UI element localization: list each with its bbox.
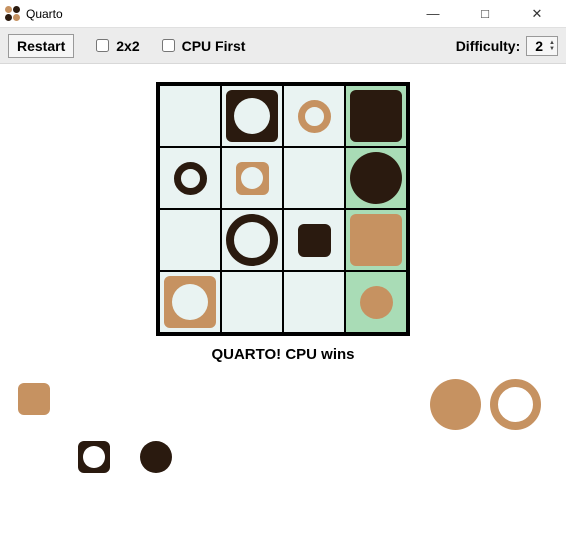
game-piece [360, 286, 393, 319]
board-cell[interactable] [345, 271, 407, 333]
board-cell[interactable] [283, 209, 345, 271]
minimize-button[interactable]: — [416, 6, 450, 22]
board-cell[interactable] [283, 147, 345, 209]
game-piece [226, 214, 279, 267]
tray-piece[interactable] [430, 379, 481, 430]
cpu-first-checkbox[interactable] [162, 39, 175, 52]
app-icon [4, 6, 20, 22]
restart-button[interactable]: Restart [8, 34, 74, 58]
board-cell[interactable] [221, 85, 283, 147]
difficulty-value: 2 [535, 38, 543, 54]
game-piece [298, 224, 331, 257]
board-cell[interactable] [159, 85, 221, 147]
game-piece [18, 383, 50, 415]
game-area: QUARTO! CPU wins [0, 64, 566, 363]
close-button[interactable]: ✕ [520, 6, 554, 22]
board-cell[interactable] [283, 271, 345, 333]
board-cell[interactable] [159, 271, 221, 333]
game-piece [350, 90, 403, 143]
window-title: Quarto [26, 7, 63, 21]
game-piece [164, 276, 217, 329]
tray-piece[interactable] [490, 379, 541, 430]
spinner-arrows-icon[interactable]: ▲▼ [549, 40, 555, 52]
board-cell[interactable] [345, 85, 407, 147]
game-piece [430, 379, 481, 430]
tray-piece[interactable] [18, 383, 50, 415]
titlebar: Quarto — □ ✕ [0, 0, 566, 28]
cpu-first-option[interactable]: CPU First [158, 36, 246, 55]
difficulty-label: Difficulty: [456, 38, 521, 54]
tray-piece[interactable] [78, 441, 110, 473]
board-cell[interactable] [345, 209, 407, 271]
game-piece [140, 441, 172, 473]
piece-tray [0, 373, 566, 503]
board-cell[interactable] [221, 147, 283, 209]
game-piece [174, 162, 207, 195]
game-piece [236, 162, 269, 195]
game-piece [490, 379, 541, 430]
game-piece [350, 152, 403, 205]
status-text: QUARTO! CPU wins [211, 346, 354, 363]
game-piece [350, 214, 403, 267]
board-cell[interactable] [345, 147, 407, 209]
tray-piece[interactable] [140, 441, 172, 473]
mode-2x2-checkbox[interactable] [96, 39, 109, 52]
difficulty-spinner[interactable]: 2 ▲▼ [526, 36, 558, 56]
board-cell[interactable] [221, 271, 283, 333]
game-board [156, 82, 410, 336]
mode-2x2-option[interactable]: 2x2 [92, 36, 139, 55]
game-piece [226, 90, 279, 143]
maximize-button[interactable]: □ [468, 6, 502, 22]
board-cell[interactable] [159, 209, 221, 271]
board-cell[interactable] [159, 147, 221, 209]
mode-2x2-label: 2x2 [116, 38, 139, 54]
game-piece [78, 441, 110, 473]
cpu-first-label: CPU First [182, 38, 246, 54]
board-cell[interactable] [283, 85, 345, 147]
toolbar: Restart 2x2 CPU First Difficulty: 2 ▲▼ [0, 28, 566, 64]
board-cell[interactable] [221, 209, 283, 271]
game-piece [298, 100, 331, 133]
